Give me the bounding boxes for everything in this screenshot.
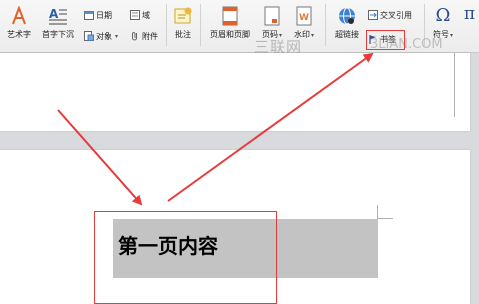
crop-mark (454, 53, 455, 117)
paperclip-icon (130, 31, 140, 41)
header-footer-icon (220, 6, 240, 26)
art-text-button[interactable]: 艺术字 (2, 0, 36, 48)
document-page-1[interactable] (0, 53, 470, 131)
drop-cap-icon: A (48, 6, 68, 26)
object-icon (84, 31, 94, 41)
watermark-icon: W (294, 6, 314, 26)
equation-button[interactable]: π (460, 0, 479, 48)
header-footer-label: 页眉和页脚 (210, 30, 250, 39)
attachment-label: 附件 (142, 31, 158, 41)
date-label: 日期 (96, 10, 112, 20)
field-icon (130, 10, 140, 20)
crop-mark (377, 205, 378, 219)
ribbon-divider (200, 4, 201, 46)
pi-icon: π (463, 4, 476, 24)
globe-link-icon (337, 6, 357, 26)
field-button[interactable]: 域 (130, 8, 150, 22)
comment-icon (173, 6, 193, 26)
app-window: 艺术字 A 首字下沉 日期 域 对象 ▾ 附件 批注 页眉和页脚 页码▾ W 水… (0, 0, 479, 304)
comment-button[interactable]: 批注 (168, 0, 198, 48)
text-highlight-box (94, 211, 277, 304)
hyperlink-button[interactable]: 超链接 (330, 0, 364, 48)
cross-reference-icon (368, 10, 378, 20)
svg-text:W: W (299, 13, 309, 23)
ribbon-divider (166, 4, 167, 46)
art-text-icon (9, 6, 29, 26)
hyperlink-label: 超链接 (335, 30, 359, 39)
date-button[interactable]: 日期 (84, 8, 112, 22)
drop-cap-button[interactable]: A 首字下沉 (38, 0, 78, 48)
object-dropdown-icon: ▾ (115, 32, 119, 40)
object-button[interactable]: 对象 ▾ (84, 29, 118, 43)
cross-reference-button[interactable]: 交叉引用 (368, 8, 412, 22)
ribbon-divider (325, 4, 326, 46)
omega-icon: Ω (435, 5, 451, 26)
art-text-label: 艺术字 (7, 30, 31, 39)
attachment-button[interactable]: 附件 (130, 29, 158, 43)
object-label: 对象 (96, 31, 112, 41)
svg-text:A: A (49, 7, 59, 21)
calendar-icon (84, 10, 94, 20)
field-label: 域 (142, 10, 150, 20)
cross-reference-label: 交叉引用 (380, 10, 412, 20)
bookmark-highlight-box (366, 30, 405, 50)
page-number-icon (262, 6, 282, 26)
crop-mark (377, 218, 393, 219)
header-footer-button[interactable]: 页眉和页脚 (204, 0, 256, 48)
drop-cap-label: 首字下沉 (42, 30, 74, 39)
comment-label: 批注 (175, 30, 191, 39)
